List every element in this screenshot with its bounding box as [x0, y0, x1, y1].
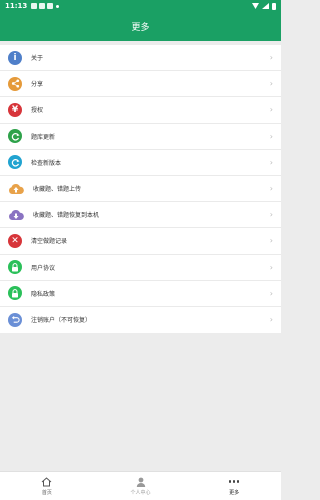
menu-item-label: 隐私政策: [31, 290, 56, 298]
bottom-tab-bar: 首页 个人中心 更多: [0, 471, 281, 500]
menu-item-user-agreement[interactable]: 用户协议 ›: [0, 255, 281, 281]
more-icon: [228, 477, 240, 487]
menu-item-label: 用户协议: [31, 264, 56, 272]
menu-item-privacy-policy[interactable]: 隐私政策 ›: [0, 281, 281, 307]
notification-icon: [31, 3, 38, 9]
menu-item-label: 收藏题、错题上传: [33, 186, 82, 194]
cloud-download-icon: [8, 209, 24, 221]
yen-icon: ¥: [8, 102, 22, 117]
menu-item-label: 授权: [31, 107, 44, 115]
menu-item-share[interactable]: 分享 ›: [0, 71, 281, 98]
menu-item-delete-account[interactable]: 注销账户（不可恢复） ›: [0, 307, 281, 333]
app-header: 更多: [0, 12, 281, 41]
menu-item-label: 题库更新: [31, 133, 56, 141]
chevron-right-icon: ›: [269, 53, 273, 63]
menu-item-authorize[interactable]: ¥ 授权 ›: [0, 97, 281, 124]
battery-icon: [272, 2, 276, 10]
person-icon: [136, 477, 146, 487]
menu-item-question-bank-update[interactable]: 题库更新 ›: [0, 124, 281, 150]
menu-item-label: 分享: [31, 81, 44, 89]
page-title: 更多: [131, 23, 150, 33]
tab-home[interactable]: 首页: [0, 472, 94, 500]
tab-profile[interactable]: 个人中心: [94, 472, 188, 500]
chevron-right-icon: ›: [269, 236, 273, 246]
chevron-right-icon: ›: [269, 262, 273, 272]
chevron-right-icon: ›: [269, 210, 273, 220]
info-icon: i: [8, 50, 22, 65]
home-icon: [41, 476, 52, 487]
chevron-right-icon: ›: [269, 157, 273, 167]
chevron-right-icon: ›: [269, 315, 273, 325]
tab-more[interactable]: 更多: [187, 472, 281, 500]
menu-item-restore[interactable]: 收藏题、错题恢复到本机 ›: [0, 202, 281, 229]
notification-icon: [47, 3, 54, 9]
chevron-right-icon: ›: [269, 184, 273, 194]
lock-icon: [8, 260, 22, 275]
lock-icon: [8, 286, 22, 301]
menu-list: i 关于 › 分享 › ¥ 授权 › 题库更新 › 检查新版本 › 收藏题、错题…: [0, 45, 281, 334]
check-version-icon: [8, 155, 22, 170]
menu-item-label: 关于: [31, 55, 44, 63]
status-bar: 11:13: [0, 0, 281, 12]
menu-item-check-version[interactable]: 检查新版本 ›: [0, 150, 281, 176]
clear-icon: ✕: [8, 233, 22, 248]
menu-item-upload[interactable]: 收藏题、错题上传 ›: [0, 176, 281, 203]
cloud-upload-icon: [8, 183, 24, 195]
menu-item-label: 清空做题记录: [31, 238, 68, 246]
menu-item-label: 注销账户（不可恢复）: [31, 317, 92, 325]
tab-label: 更多: [229, 489, 240, 496]
chevron-right-icon: ›: [269, 105, 273, 115]
dot-icon: [56, 4, 60, 8]
tab-label: 首页: [41, 489, 52, 496]
share-icon: [8, 76, 22, 91]
chevron-right-icon: ›: [269, 79, 273, 89]
undo-icon: [8, 312, 22, 327]
chevron-right-icon: ›: [269, 131, 273, 141]
chevron-right-icon: ›: [269, 288, 273, 298]
menu-item-clear-records[interactable]: ✕ 清空做题记录 ›: [0, 228, 281, 255]
refresh-icon: [8, 129, 22, 144]
wifi-icon: [252, 3, 259, 9]
notification-icon: [39, 3, 46, 9]
tab-label: 个人中心: [130, 489, 151, 496]
status-time: 11:13: [5, 2, 28, 10]
menu-item-label: 收藏题、错题恢复到本机: [33, 212, 100, 220]
menu-item-label: 检查新版本: [31, 159, 62, 167]
menu-item-about[interactable]: i 关于 ›: [0, 45, 281, 72]
signal-icon: [262, 3, 269, 9]
